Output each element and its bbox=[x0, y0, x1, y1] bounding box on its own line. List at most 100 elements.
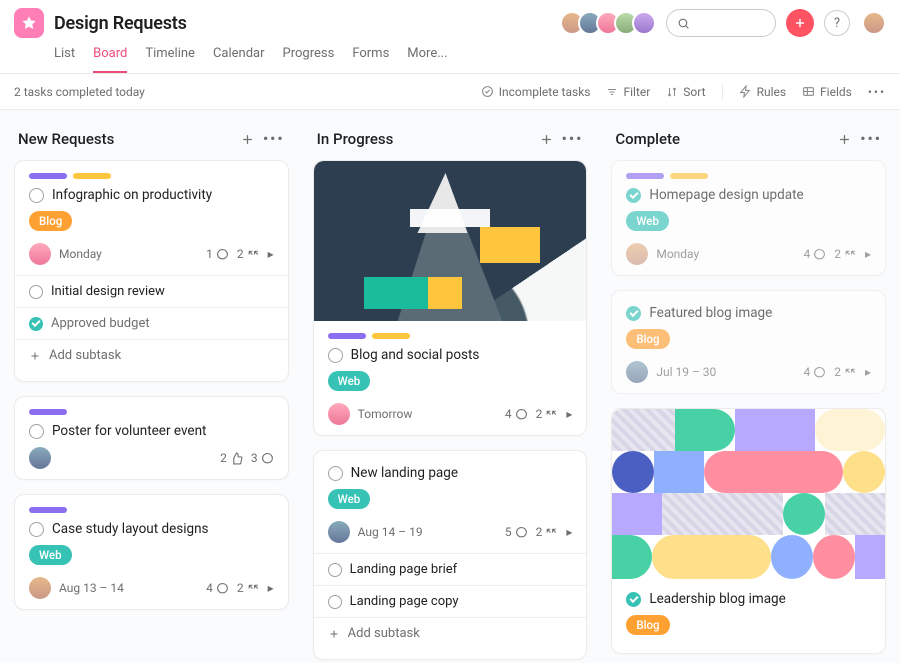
subtask-count[interactable]: 2 bbox=[536, 525, 559, 539]
complete-checkbox[interactable] bbox=[29, 522, 44, 537]
project-members[interactable] bbox=[566, 11, 656, 35]
add-task-button[interactable] bbox=[240, 132, 255, 147]
task-tag[interactable]: Blog bbox=[626, 329, 669, 349]
task-tag[interactable]: Web bbox=[626, 211, 669, 231]
column-title: Complete bbox=[615, 130, 680, 148]
assignee-avatar[interactable] bbox=[29, 577, 51, 599]
comment-count[interactable]: 1 bbox=[206, 247, 229, 261]
rules-label: Rules bbox=[757, 85, 786, 99]
complete-checkbox[interactable] bbox=[328, 595, 342, 609]
fields-label: Fields bbox=[820, 85, 852, 99]
task-tag[interactable]: Web bbox=[328, 371, 371, 391]
tab-more[interactable]: More... bbox=[407, 40, 447, 73]
tab-timeline[interactable]: Timeline bbox=[145, 40, 195, 73]
expand-icon[interactable]: ▸ bbox=[268, 581, 274, 595]
task-card[interactable]: Featured blog image Blog Jul 19 – 30 4 2… bbox=[611, 290, 886, 394]
subtask-count[interactable]: 2 bbox=[237, 247, 260, 261]
add-task-button[interactable] bbox=[837, 132, 852, 147]
column-more-button[interactable]: ••• bbox=[562, 130, 584, 148]
expand-icon[interactable]: ▸ bbox=[268, 247, 274, 261]
task-tag[interactable]: Blog bbox=[29, 211, 72, 231]
assignee-avatar[interactable] bbox=[29, 447, 51, 469]
subtask-title: Landing page copy bbox=[350, 594, 459, 609]
add-subtask-button[interactable]: Add subtask bbox=[314, 617, 587, 649]
task-title: Case study layout designs bbox=[52, 521, 209, 537]
project-title: Design Requests bbox=[54, 13, 187, 34]
project-tabs: List Board Timeline Calendar Progress Fo… bbox=[14, 40, 886, 73]
column-new-requests: New Requests ••• Infographic on producti… bbox=[14, 128, 289, 645]
like-count[interactable]: 2 bbox=[220, 451, 243, 465]
expand-icon[interactable]: ▸ bbox=[566, 525, 572, 539]
column-complete: Complete ••• Homepage design update Web … bbox=[611, 128, 886, 645]
complete-checkbox[interactable] bbox=[29, 285, 43, 299]
assignee-avatar[interactable] bbox=[328, 403, 350, 425]
complete-checkbox[interactable] bbox=[29, 424, 44, 439]
task-card[interactable]: Poster for volunteer event 2 3 bbox=[14, 396, 289, 480]
kanban-board: New Requests ••• Infographic on producti… bbox=[0, 110, 900, 663]
task-card[interactable]: Infographic on productivity Blog Monday … bbox=[14, 160, 289, 382]
board-toolbar: 2 tasks completed today Incomplete tasks… bbox=[0, 74, 900, 110]
tab-progress[interactable]: Progress bbox=[283, 40, 335, 73]
project-icon bbox=[14, 8, 44, 38]
tab-forms[interactable]: Forms bbox=[352, 40, 389, 73]
tab-calendar[interactable]: Calendar bbox=[213, 40, 265, 73]
comment-count[interactable]: 4 bbox=[803, 247, 826, 261]
comment-count[interactable]: 5 bbox=[505, 525, 528, 539]
assignee-avatar[interactable] bbox=[626, 243, 648, 265]
task-card[interactable]: Leadership blog image Blog bbox=[611, 408, 886, 654]
incomplete-tasks-filter[interactable]: Incomplete tasks bbox=[481, 85, 591, 99]
task-card[interactable]: Homepage design update Web Monday 4 2 ▸ bbox=[611, 160, 886, 276]
expand-icon[interactable]: ▸ bbox=[566, 407, 572, 421]
search-input[interactable] bbox=[666, 9, 776, 37]
comment-count[interactable]: 4 bbox=[206, 581, 229, 595]
task-tag[interactable]: Blog bbox=[626, 615, 669, 635]
subtask-count[interactable]: 2 bbox=[834, 365, 857, 379]
column-more-button[interactable]: ••• bbox=[263, 130, 285, 148]
task-card[interactable]: Case study layout designs Web Aug 13 – 1… bbox=[14, 494, 289, 610]
assignee-avatar[interactable] bbox=[328, 521, 350, 543]
expand-icon[interactable]: ▸ bbox=[865, 247, 871, 261]
due-date: Aug 13 – 14 bbox=[59, 581, 124, 595]
task-title: Leadership blog image bbox=[649, 591, 785, 607]
incomplete-label: Incomplete tasks bbox=[499, 85, 591, 99]
due-date: Monday bbox=[59, 247, 102, 261]
complete-checkbox[interactable] bbox=[328, 466, 343, 481]
column-more-button[interactable]: ••• bbox=[860, 130, 882, 148]
complete-checkbox[interactable] bbox=[626, 188, 641, 203]
toolbar-more-button[interactable]: ••• bbox=[868, 85, 886, 99]
comment-count[interactable]: 4 bbox=[803, 365, 826, 379]
task-tag[interactable]: Web bbox=[29, 545, 72, 565]
complete-checkbox[interactable] bbox=[626, 306, 641, 321]
filter-button[interactable]: Filter bbox=[606, 85, 650, 99]
expand-icon[interactable]: ▸ bbox=[865, 365, 871, 379]
task-card[interactable]: New landing page Web Aug 14 – 19 5 2 ▸ L… bbox=[313, 450, 588, 660]
task-tag[interactable]: Web bbox=[328, 489, 371, 509]
rules-button[interactable]: Rules bbox=[739, 85, 786, 99]
complete-checkbox[interactable] bbox=[328, 563, 342, 577]
comment-count[interactable]: 3 bbox=[251, 451, 274, 465]
tab-board[interactable]: Board bbox=[93, 40, 127, 73]
help-button[interactable]: ? bbox=[824, 10, 850, 36]
due-date: Aug 14 – 19 bbox=[358, 525, 423, 539]
user-avatar[interactable] bbox=[862, 11, 886, 35]
subtask-count[interactable]: 2 bbox=[834, 247, 857, 261]
assignee-avatar[interactable] bbox=[29, 243, 51, 265]
tab-list[interactable]: List bbox=[54, 40, 75, 73]
task-card[interactable]: Blog and social posts Web Tomorrow 4 2 ▸ bbox=[313, 160, 588, 436]
global-add-button[interactable] bbox=[786, 9, 814, 37]
app-header: Design Requests ? List Board Timeline Ca… bbox=[0, 0, 900, 74]
subtask-count[interactable]: 2 bbox=[237, 581, 260, 595]
fields-button[interactable]: Fields bbox=[802, 85, 852, 99]
comment-count[interactable]: 4 bbox=[505, 407, 528, 421]
add-task-button[interactable] bbox=[539, 132, 554, 147]
complete-checkbox[interactable] bbox=[29, 317, 43, 331]
task-title: New landing page bbox=[351, 465, 458, 481]
complete-checkbox[interactable] bbox=[626, 592, 641, 607]
column-in-progress: In Progress ••• Blog and social posts We… bbox=[313, 128, 588, 645]
assignee-avatar[interactable] bbox=[626, 361, 648, 383]
subtask-count[interactable]: 2 bbox=[536, 407, 559, 421]
add-subtask-button[interactable]: Add subtask bbox=[15, 339, 288, 371]
sort-button[interactable]: Sort bbox=[666, 85, 705, 99]
complete-checkbox[interactable] bbox=[328, 348, 343, 363]
complete-checkbox[interactable] bbox=[29, 188, 44, 203]
